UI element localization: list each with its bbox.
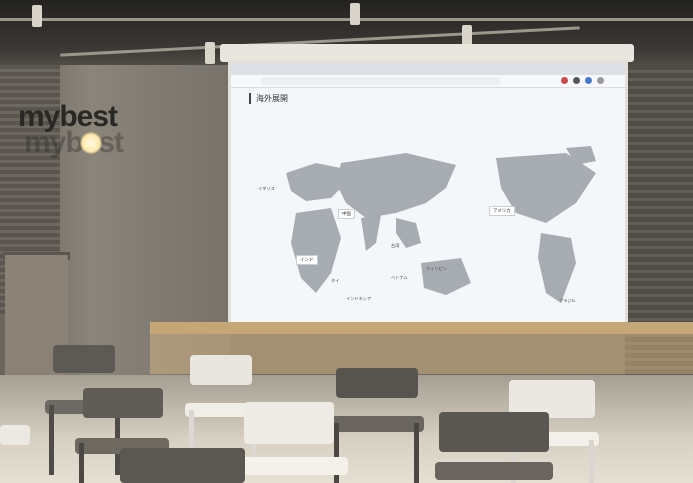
map-label-philippines: フィリピン: [426, 266, 447, 271]
conference-room-photo: mybest 海外展開 中国 アメリカ 台湾 インド タイ ベトナム フィリピン…: [0, 0, 693, 483]
chair-white: [0, 425, 32, 483]
browser-extension-icon: [597, 77, 604, 84]
pendant-bulb-icon: [80, 132, 102, 154]
browser-tab-bar: [231, 63, 625, 75]
ceiling-pipe: [0, 18, 693, 21]
wooden-ledge: [150, 322, 693, 334]
ceiling-light-icon: [205, 42, 215, 64]
browser-extension-icon: [573, 77, 580, 84]
map-label-china: 中国: [338, 209, 355, 219]
map-southeast-asia: [396, 218, 421, 248]
map-label-taiwan: 台湾: [391, 243, 400, 248]
map-label-indonesia: インドネシア: [346, 296, 372, 301]
ceiling-light-icon: [350, 3, 360, 25]
chair-gray: [435, 412, 555, 483]
map-label-usa: アメリカ: [489, 206, 515, 216]
browser-extension-icon: [561, 77, 568, 84]
map-label-vietnam: ベトナム: [391, 275, 408, 280]
map-label-brazil: ブラジル: [559, 298, 576, 303]
mybest-logo: mybest: [18, 100, 118, 133]
map-south-america: [538, 233, 576, 303]
map-australia: [421, 258, 471, 295]
projector-screen: 海外展開 中国 アメリカ 台湾 インド タイ ベトナム フィリピン インドネシア…: [228, 60, 628, 325]
chair-gray: [120, 448, 250, 483]
map-label-thailand: タイ: [331, 278, 340, 283]
map-india: [361, 215, 381, 251]
chair-white: [240, 402, 350, 483]
map-label-india: インド: [296, 255, 318, 265]
ceiling-light-icon: [32, 5, 42, 27]
browser-url-field: [261, 77, 501, 85]
browser-extension-icon: [585, 77, 592, 84]
page-title: 海外展開: [249, 93, 288, 104]
map-label-uk: イギリス: [258, 186, 275, 191]
world-map: [286, 146, 596, 303]
